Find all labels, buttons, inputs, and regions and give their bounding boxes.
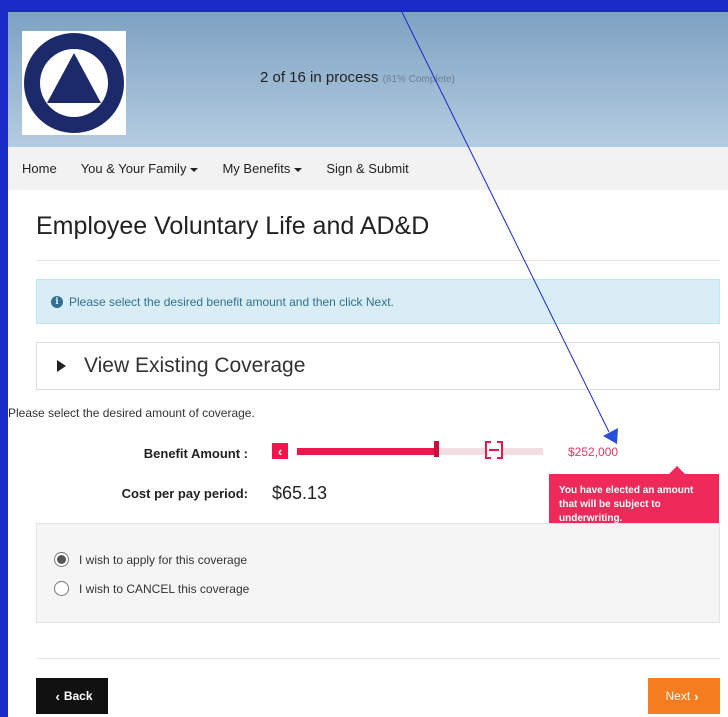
radio-selected-dot bbox=[57, 555, 66, 564]
next-button[interactable]: Next › bbox=[648, 678, 720, 714]
next-label: Next bbox=[665, 689, 691, 703]
back-button[interactable]: ‹ Back bbox=[36, 678, 108, 714]
existing-coverage-label: View Existing Coverage bbox=[84, 354, 306, 377]
decrease-amount-button[interactable]: ‹ bbox=[272, 443, 288, 459]
nav-sign-submit[interactable]: Sign & Submit bbox=[326, 161, 408, 176]
nav-home[interactable]: Home bbox=[22, 161, 57, 176]
caret-down-icon bbox=[190, 167, 199, 172]
tooltip-arrow bbox=[669, 466, 685, 474]
app-window: 2 of 16 in process (81% Complete) Home Y… bbox=[0, 0, 728, 717]
nav-your-family-label: You & Your Family bbox=[80, 161, 187, 176]
chevron-left-icon: ‹ bbox=[277, 443, 283, 459]
progress-status: 2 of 16 in process (81% Complete) bbox=[260, 69, 455, 86]
expand-triangle-icon bbox=[57, 360, 66, 372]
nav-your-family[interactable]: You & Your Family bbox=[81, 161, 199, 176]
radio-apply[interactable] bbox=[54, 552, 69, 567]
district-logo bbox=[22, 31, 126, 135]
title-divider bbox=[36, 260, 720, 261]
back-label: Back bbox=[63, 689, 93, 703]
coverage-options: I wish to apply for this coverage I wish… bbox=[36, 523, 720, 623]
coverage-prompt: Please select the desired amount of cove… bbox=[8, 406, 255, 420]
progress-percent: (81% Complete) bbox=[382, 74, 455, 85]
main-nav: Home You & Your Family My Benefits Sign … bbox=[8, 147, 728, 190]
option-apply[interactable]: I wish to apply for this coverage bbox=[54, 552, 247, 567]
caret-down-icon bbox=[294, 167, 303, 172]
option-apply-label: I wish to apply for this coverage bbox=[79, 552, 248, 567]
chevron-right-icon: › bbox=[694, 688, 699, 704]
info-alert: i Please select the desired benefit amou… bbox=[36, 279, 720, 324]
cost-per-period-value: $65.13 bbox=[272, 483, 328, 503]
existing-coverage-panel[interactable]: View Existing Coverage bbox=[36, 342, 720, 390]
option-cancel-label: I wish to CANCEL this coverage bbox=[79, 581, 250, 596]
info-icon: i bbox=[51, 295, 63, 308]
underwriting-tooltip: You have elected an amount that will be … bbox=[549, 474, 719, 528]
nav-my-benefits[interactable]: My Benefits bbox=[222, 161, 303, 176]
benefit-amount-label: Benefit Amount : bbox=[143, 446, 248, 461]
benefit-slider-handle[interactable] bbox=[434, 441, 439, 457]
annotation-arrowhead-icon bbox=[603, 428, 618, 444]
annotation-border-top bbox=[0, 0, 728, 12]
progress-main: 2 of 16 in process bbox=[260, 69, 379, 86]
nav-my-benefits-label: My Benefits bbox=[222, 161, 291, 176]
radio-cancel[interactable] bbox=[54, 581, 69, 596]
benefit-slider-fill bbox=[297, 448, 435, 455]
chevron-left-icon: ‹ bbox=[55, 688, 60, 704]
increase-amount-button[interactable] bbox=[485, 441, 503, 459]
option-cancel[interactable]: I wish to CANCEL this coverage bbox=[54, 581, 249, 596]
info-message: Please select the desired benefit amount… bbox=[69, 294, 394, 309]
header-banner: 2 of 16 in process (81% Complete) bbox=[8, 12, 728, 147]
annotation-border-left bbox=[0, 0, 8, 717]
benefit-amount-value: $252,000 bbox=[568, 445, 619, 459]
logo-seal-icon bbox=[24, 33, 124, 133]
benefit-slider-track[interactable] bbox=[297, 448, 543, 455]
footer-divider bbox=[36, 658, 720, 659]
cost-per-period-label: Cost per pay period: bbox=[121, 486, 248, 501]
page-title: Employee Voluntary Life and AD&D bbox=[36, 212, 430, 240]
